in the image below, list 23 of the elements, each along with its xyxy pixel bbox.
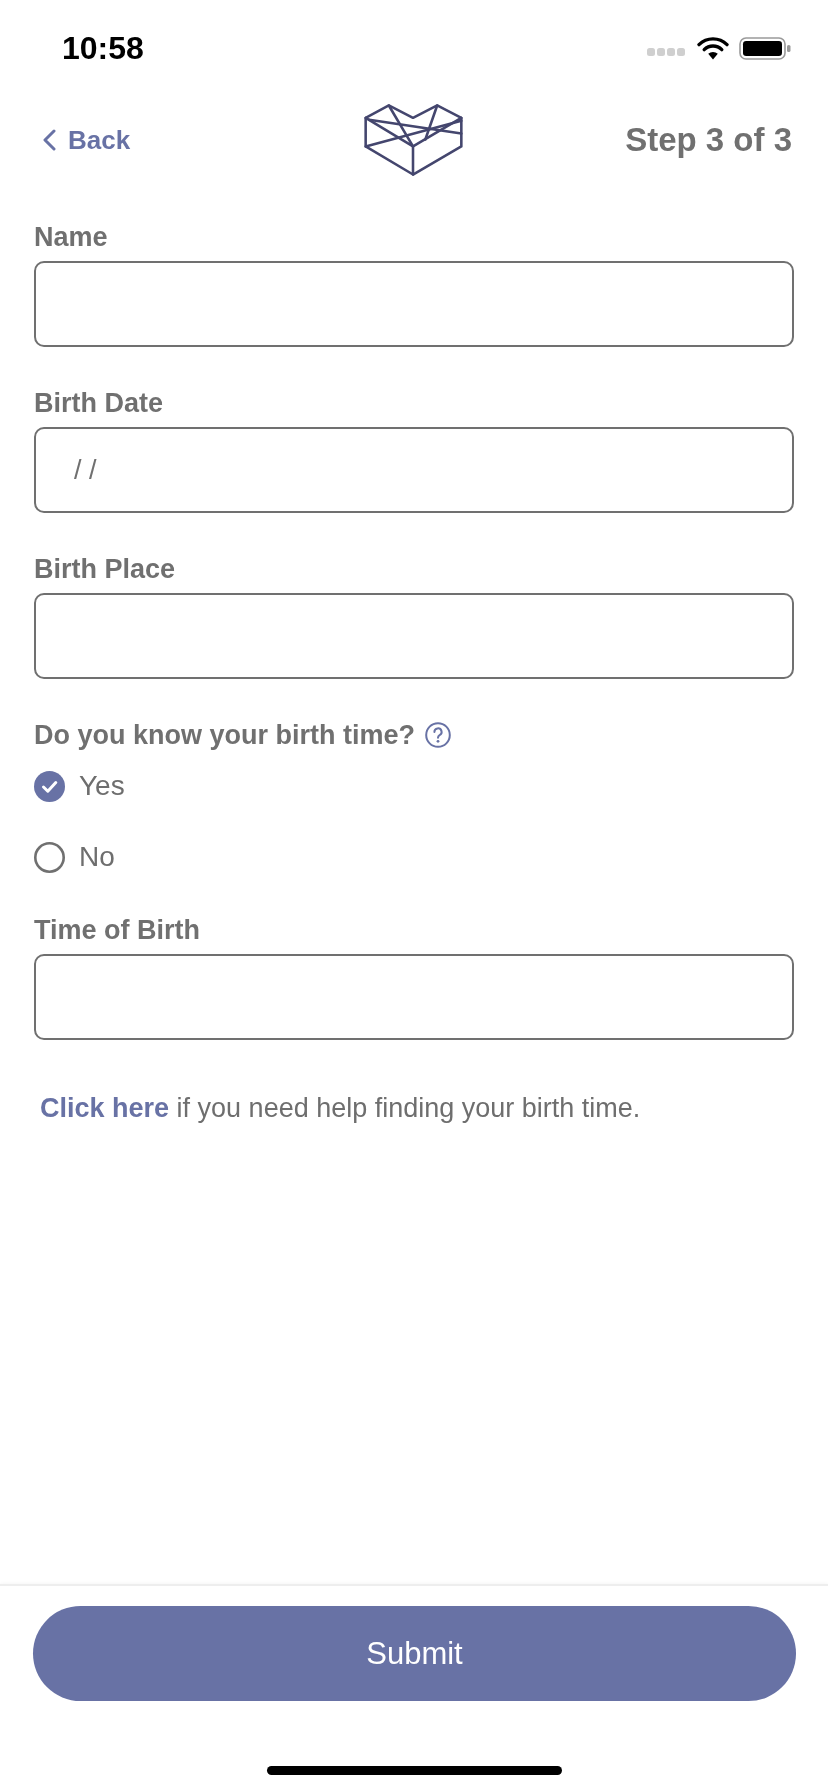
question-label: Do you know your birth time? xyxy=(34,719,415,751)
help-text: Click here if you need help finding your birth time. xyxy=(39,1092,642,1124)
field-label: Birth Place xyxy=(34,553,176,585)
input-field[interactable] xyxy=(34,593,794,679)
help-link[interactable]: Click here xyxy=(40,1093,170,1123)
radio-option[interactable]: Yes xyxy=(34,764,125,808)
heart-wireframe-icon xyxy=(363,104,463,176)
input-field[interactable]: / / xyxy=(34,427,794,513)
back-button[interactable]: Back xyxy=(34,121,131,159)
field-label: Time of Birth xyxy=(34,914,200,946)
field-label: Name xyxy=(34,221,108,253)
input-field[interactable] xyxy=(34,261,794,347)
input-field[interactable] xyxy=(34,954,794,1040)
radio-option[interactable]: No xyxy=(34,835,115,879)
wifi-icon xyxy=(697,36,729,60)
status-time: 10:58 xyxy=(62,30,144,66)
step-indicator: Step 3 of 3 xyxy=(625,121,792,159)
battery-icon xyxy=(739,36,791,60)
chevron-left-icon xyxy=(42,129,56,151)
submit-button[interactable]: Submit xyxy=(33,1606,796,1701)
help-icon[interactable] xyxy=(425,722,451,748)
cellular-signal-icon xyxy=(647,48,685,56)
field-label: Birth Date xyxy=(34,387,163,419)
